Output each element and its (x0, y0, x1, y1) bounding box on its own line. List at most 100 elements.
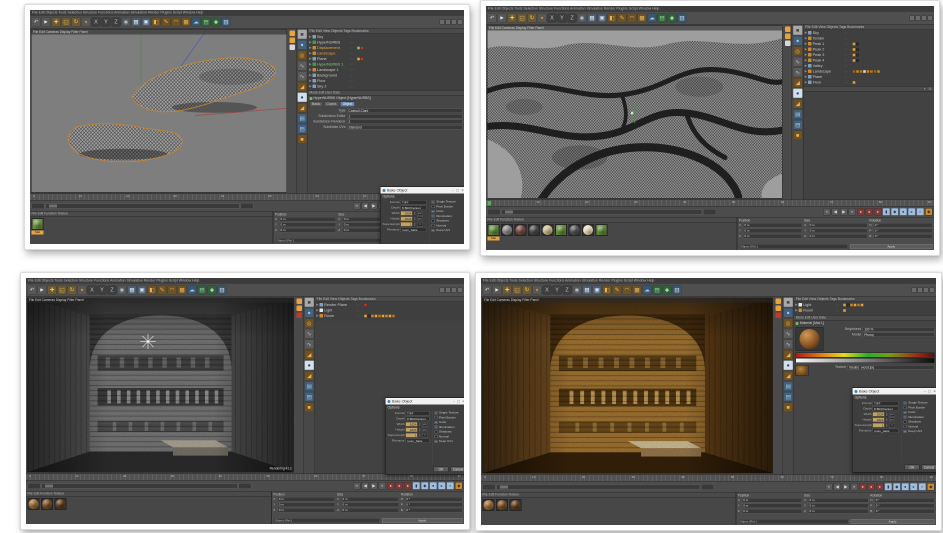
sphere-tool-icon[interactable]: ● (793, 36, 803, 46)
expand-arrow-icon[interactable] (309, 63, 312, 66)
material-tool-icon[interactable]: ■ (297, 135, 307, 145)
texture-tag[interactable] (364, 303, 367, 306)
visibility-dots[interactable] (357, 309, 363, 312)
object-mode-button[interactable] (289, 38, 295, 44)
layout-preset-icons[interactable] (440, 19, 463, 24)
lock-y-icon[interactable]: Y (98, 285, 107, 294)
rot-h-input[interactable]: 0 ° (405, 497, 463, 502)
rot-h-input[interactable]: 0 ° (874, 498, 934, 503)
camera-icon[interactable]: ◆ (212, 17, 221, 26)
content-browser-icon[interactable]: ▤ (793, 120, 803, 130)
width-input[interactable]: 1024 (401, 211, 413, 216)
end-frame-field[interactable] (240, 203, 253, 209)
key-position-button[interactable]: ▮ (413, 482, 421, 490)
next-frame-button[interactable]: » (851, 483, 859, 491)
cube-tool-icon[interactable]: ■ (793, 26, 803, 36)
object-name[interactable]: Landscape 1 (317, 68, 349, 73)
render-view-icon[interactable]: ▦ (128, 285, 137, 294)
material-swatch[interactable] (528, 224, 540, 241)
expand-arrow-icon[interactable] (316, 304, 319, 307)
key-pla-button[interactable]: ▪ (447, 482, 455, 490)
record-rotation-button[interactable]: ● (404, 482, 412, 490)
viewport-menu[interactable]: File Edit Cameras Display Filter Panel (32, 30, 287, 35)
primitive-cube-icon[interactable]: ◧ (152, 17, 161, 26)
rotate-icon[interactable]: ↻ (72, 17, 81, 26)
texture-tag[interactable] (361, 46, 364, 49)
texture-tag[interactable] (853, 81, 856, 84)
object-mode-button[interactable] (785, 34, 791, 40)
primitive-cube-icon[interactable]: ◧ (148, 285, 157, 294)
pos-x-input[interactable]: 0 m (742, 498, 802, 503)
viewport-3d[interactable]: File Edit Cameras Display Filter Panel (487, 26, 783, 199)
bend-tool-icon[interactable]: ∿ (304, 340, 314, 350)
coord-system-icon[interactable]: ◉ (118, 285, 127, 294)
visibility-dots[interactable] (846, 81, 852, 84)
lock-z-icon[interactable]: Z (563, 285, 572, 294)
coord-mode-dropdown[interactable]: Object (Rel.) (739, 244, 848, 249)
bend-tool-icon[interactable]: ∿ (783, 340, 793, 350)
record-scale-button[interactable]: ● (868, 483, 876, 491)
object-name[interactable]: Sky 2 (317, 84, 349, 89)
cancel-button[interactable]: Cancel (922, 465, 937, 471)
layout-preset-icons[interactable] (910, 15, 933, 20)
environment-icon[interactable]: ☁ (188, 285, 197, 294)
stepper[interactable] (886, 412, 889, 417)
subdivide-uvs-dropdown[interactable]: Standard (347, 125, 462, 130)
display-icon[interactable]: ▥ (218, 285, 227, 294)
sphere-tool-icon[interactable]: ● (783, 308, 793, 318)
timeline-slider[interactable] (42, 483, 238, 488)
visibility-dots[interactable] (846, 31, 852, 34)
key-position-button[interactable]: ▮ (885, 483, 893, 491)
pos-y-input[interactable]: 0 m (742, 504, 802, 509)
lock-y-icon[interactable]: Y (553, 285, 562, 294)
floor-icon[interactable]: ▤ (202, 17, 211, 26)
material-swatch[interactable] (28, 498, 40, 515)
autokey-button[interactable]: ◆ (455, 482, 463, 490)
dialog-checkbox[interactable]: Pixel Border (432, 205, 464, 209)
pos-y-input[interactable]: 0 m (277, 503, 335, 508)
dialog-checkbox[interactable]: Pixel Border (434, 416, 464, 420)
dialog-checkbox[interactable]: Normal (434, 435, 464, 439)
key-parameter-button[interactable]: ▸ (908, 208, 916, 216)
size-z-input[interactable]: 0 m (808, 509, 868, 514)
filename-input[interactable]: room_bake (401, 228, 427, 233)
material-swatch[interactable] (41, 498, 53, 515)
material-swatch[interactable] (596, 224, 608, 241)
autokey-button[interactable]: ◆ (927, 483, 935, 491)
display-icon[interactable]: ▥ (673, 285, 682, 294)
key-scale-button[interactable]: ◆ (893, 483, 901, 491)
prev-frame-button[interactable]: ◀ (832, 208, 840, 216)
dialog-checkbox[interactable]: Single Texture (434, 411, 464, 415)
visibility-dots[interactable] (350, 52, 356, 55)
material-swatch[interactable] (55, 498, 67, 515)
coord-mode-dropdown[interactable]: Object (Rel.) (738, 519, 849, 524)
bend-tool-icon[interactable]: ∿ (297, 72, 307, 82)
selected-tool-icon[interactable]: ● (297, 93, 307, 103)
visibility-dots[interactable] (350, 57, 356, 60)
spline-pen-icon[interactable]: ✎ (613, 285, 622, 294)
torus-tool-icon[interactable]: ◎ (304, 319, 314, 329)
viewport-menu[interactable]: File Edit Cameras Display Filter Panel (483, 298, 773, 303)
height-input[interactable]: 1024 (406, 428, 418, 433)
pos-z-input[interactable]: 0 m (277, 508, 335, 513)
last-tool-icon[interactable]: ● (533, 285, 542, 294)
color-spectrum-bar[interactable] (796, 353, 935, 358)
selected-tool-icon[interactable]: ● (304, 361, 314, 371)
material-swatch[interactable] (515, 224, 527, 241)
dialog-checkbox[interactable]: Single Texture (904, 401, 936, 405)
pos-x-input[interactable]: 0 m (279, 217, 336, 222)
knife-tool-icon[interactable]: ◢ (304, 371, 314, 381)
dialog-checkbox[interactable]: Illumination (434, 425, 464, 429)
object-name[interactable]: Landscape (813, 69, 845, 74)
dialog-checkbox[interactable]: Shadows (432, 219, 464, 223)
lock-z-icon[interactable]: Z (108, 285, 117, 294)
move-icon[interactable]: ✚ (503, 285, 512, 294)
play-button[interactable]: ▶ (842, 483, 850, 491)
size-z-input[interactable]: 0 m (341, 508, 399, 513)
live-selection-icon[interactable]: ► (38, 285, 47, 294)
model-mode-button[interactable] (775, 299, 781, 305)
undo-icon[interactable]: ↶ (488, 13, 497, 22)
apply-button[interactable]: Apply (850, 244, 933, 249)
expand-arrow-icon[interactable] (805, 54, 808, 57)
type-dropdown[interactable]: Catmull-Clark (347, 109, 462, 114)
